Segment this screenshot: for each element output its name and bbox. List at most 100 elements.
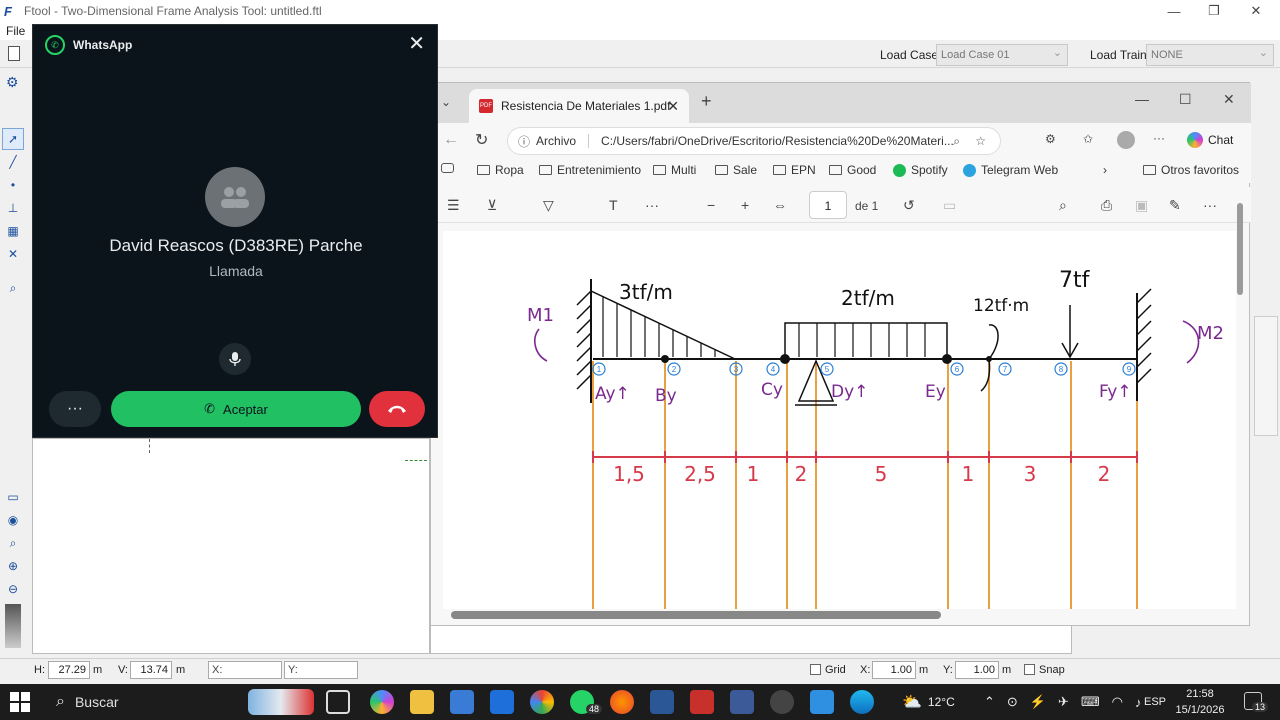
favorites-icon[interactable]: ✩ <box>1083 132 1093 146</box>
draw-icon[interactable]: ▽ <box>543 197 554 214</box>
minimize-icon[interactable]: — <box>1154 0 1194 22</box>
tray-icon-3[interactable]: ✈ <box>1058 694 1069 710</box>
globe-icon[interactable]: ◉ <box>2 509 24 531</box>
more-menu-icon[interactable]: ··· <box>1153 131 1165 145</box>
x-coordinate-field[interactable]: X: <box>208 661 282 679</box>
contents-icon[interactable]: ☰ <box>447 197 460 214</box>
snap-checkbox[interactable] <box>1024 664 1035 675</box>
fav-spotify[interactable]: Spotify <box>893 163 948 177</box>
pdf-search-icon[interactable]: ⌕ <box>1059 197 1067 214</box>
ftool-canvas-bottom[interactable] <box>430 626 1072 654</box>
zoom-magnifier-icon[interactable]: ⌕ <box>953 134 960 149</box>
zoom-icon[interactable]: ⌕ <box>2 532 24 554</box>
highlight-icon[interactable]: ⊻ <box>487 197 497 214</box>
zoom-out-icon[interactable]: ⊖ <box>2 578 24 600</box>
winrar-icon[interactable] <box>690 690 714 714</box>
clock[interactable]: 21:58 15/1/2026 <box>1168 686 1232 718</box>
zoom-in-pdf-icon[interactable]: + <box>741 197 749 213</box>
page-view-icon[interactable]: ▭ <box>943 197 956 214</box>
grid-tool-icon[interactable]: ▦ <box>2 220 24 242</box>
wifi-icon[interactable]: ◠ <box>1112 694 1123 710</box>
h-field[interactable]: 27.29 <box>48 661 90 679</box>
address-field[interactable]: ⓘ Archivo C:/Users/fabri/OneDrive/Escrit… <box>507 127 1001 155</box>
fav-telegram[interactable]: Telegram Web <box>963 163 1058 177</box>
load-case-select[interactable]: Load Case 01 <box>936 44 1068 66</box>
new-file-icon[interactable] <box>8 46 20 61</box>
more-options-button[interactable]: ··· <box>49 391 101 427</box>
decline-call-button[interactable] <box>369 391 425 427</box>
line-tool-icon[interactable]: ╱ <box>2 151 24 173</box>
grid-checkbox[interactable] <box>810 664 821 675</box>
save-as-icon[interactable]: ✎ <box>1169 197 1181 214</box>
fav-sale[interactable]: Sale <box>715 163 757 177</box>
new-tab-icon[interactable]: + <box>701 91 712 112</box>
y-coordinate-field[interactable]: Y: <box>284 661 358 679</box>
pdf-more-icon[interactable]: ··· <box>645 197 659 213</box>
pdf-horizontal-scrollbar[interactable] <box>451 611 941 619</box>
tray-icon-1[interactable]: ⊙ <box>1007 694 1018 710</box>
load-train-select[interactable]: NONE <box>1146 44 1274 66</box>
refresh-icon[interactable]: ↻ <box>475 130 488 150</box>
whatsapp-close-icon[interactable]: ✕ <box>408 31 425 56</box>
store-icon[interactable] <box>450 690 474 714</box>
page-number-input[interactable]: 1 <box>809 191 847 219</box>
profile-icon[interactable] <box>1117 131 1135 149</box>
copilot-button[interactable]: Chat <box>1187 132 1233 148</box>
delete-tool-icon[interactable]: ✕ <box>2 243 24 265</box>
rotate-icon[interactable]: ↺ <box>903 197 915 214</box>
node-tool-icon[interactable]: • <box>2 174 24 196</box>
zoom-in-icon[interactable]: ⊕ <box>2 555 24 577</box>
grid-x-field[interactable]: 1.00 <box>872 661 916 679</box>
save-icon[interactable]: ▣ <box>1135 197 1148 214</box>
edge-maximize-icon[interactable]: ☐ <box>1179 91 1192 108</box>
obs-icon[interactable] <box>770 690 794 714</box>
restore-icon[interactable]: ❐ <box>1194 0 1234 22</box>
tray-icon-2[interactable]: ⚡ <box>1030 694 1046 710</box>
tray-icon-4[interactable]: ⌨ <box>1081 694 1100 710</box>
ftool-taskbar-icon[interactable] <box>730 690 754 714</box>
zoom-out-pdf-icon[interactable]: − <box>707 197 715 213</box>
microphone-icon[interactable] <box>219 343 251 375</box>
edge-close-icon[interactable]: ✕ <box>1223 91 1235 108</box>
fav-otros[interactable]: Otros favoritos <box>1143 163 1239 177</box>
accept-call-button[interactable]: ✆ Aceptar <box>111 391 361 427</box>
volume-icon[interactable]: ♪ <box>1135 695 1142 710</box>
print-icon[interactable]: ⎙ <box>1101 197 1112 214</box>
weather-widget[interactable]: ⛅ 12°C <box>902 684 955 720</box>
fav-good[interactable]: Good <box>829 163 876 177</box>
text-icon[interactable]: T <box>609 197 618 213</box>
firefox-icon[interactable] <box>610 690 634 714</box>
file-explorer-icon[interactable] <box>410 690 434 714</box>
fav-ropa[interactable]: Ropa <box>477 163 524 177</box>
back-icon[interactable]: ← <box>443 131 459 149</box>
edge-minimize-icon[interactable]: — <box>1135 91 1149 107</box>
taskbar-search[interactable]: ⌕ Buscar <box>44 688 314 716</box>
display-icon[interactable]: ▭ <box>2 486 24 508</box>
zoom-tool-icon[interactable]: ⌕ <box>2 277 24 299</box>
fit-page-icon[interactable]: ⇔ <box>773 197 787 213</box>
edge-taskbar-icon[interactable] <box>850 690 874 714</box>
fav-entretenimiento[interactable]: Entretenimiento <box>539 163 641 177</box>
fav-epn[interactable]: EPN <box>773 163 816 177</box>
dimension-tool-icon[interactable]: ⊥ <box>2 197 24 219</box>
tab-pdf[interactable]: PDF Resistencia De Materiales 1.pdf ✕ <box>469 89 689 123</box>
copilot-taskbar-icon[interactable] <box>370 690 394 714</box>
v-field[interactable]: 13.74 <box>130 661 172 679</box>
windows-start-icon[interactable] <box>10 692 30 712</box>
language-indicator[interactable]: ESP <box>1144 684 1166 720</box>
fav-multi[interactable]: Multi <box>653 163 696 177</box>
word-icon[interactable] <box>650 690 674 714</box>
menu-file[interactable]: File <box>6 24 25 38</box>
ftool-canvas[interactable] <box>32 438 430 654</box>
outlook-icon[interactable] <box>490 690 514 714</box>
paint-icon[interactable] <box>810 690 834 714</box>
favorite-star-icon[interactable]: ☆ <box>975 134 986 148</box>
select-cursor-icon[interactable]: ➚ <box>2 128 24 150</box>
tab-close-icon[interactable]: ✕ <box>667 98 679 115</box>
chrome-icon[interactable] <box>530 690 554 714</box>
grid-y-field[interactable]: 1.00 <box>955 661 999 679</box>
pdf-menu-icon[interactable]: ··· <box>1203 197 1217 213</box>
pdf-vertical-scrollbar[interactable] <box>1237 203 1243 295</box>
favorites-pdf-icon[interactable] <box>441 163 454 173</box>
close-icon[interactable]: ✕ <box>1236 0 1276 22</box>
